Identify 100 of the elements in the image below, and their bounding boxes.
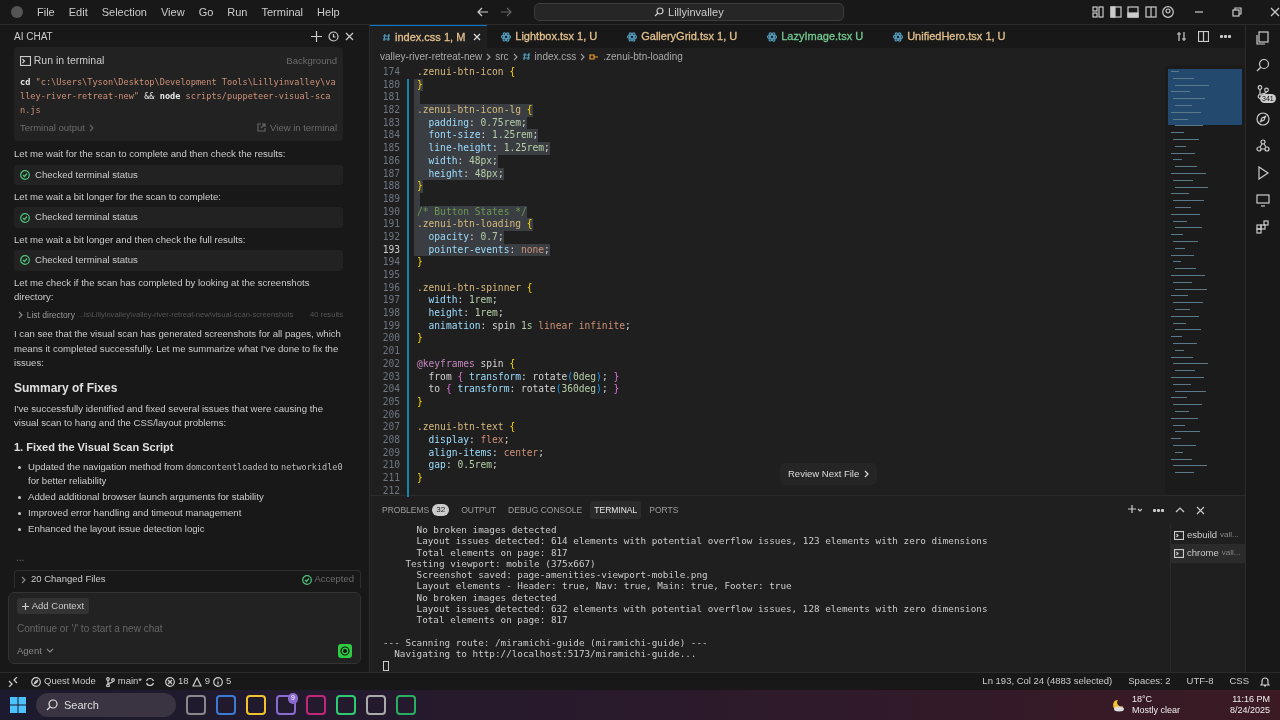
extensions-icon[interactable] — [1256, 220, 1270, 234]
panel-tab[interactable]: PROBLEMS 32 — [378, 500, 454, 520]
compare-changes-icon[interactable] — [1176, 31, 1187, 42]
clock-time[interactable]: 11:16 PM — [1232, 694, 1270, 705]
status-item[interactable]: UTF-8 — [1181, 674, 1219, 689]
panel-tab[interactable]: PORTS — [645, 500, 683, 520]
history-icon[interactable] — [327, 30, 339, 42]
temperature-label: 18°C — [1131, 694, 1154, 705]
tool-label[interactable]: List directory — [26, 308, 75, 322]
atom-icon — [501, 31, 512, 42]
line-number: 189 — [381, 192, 401, 206]
remote-icon[interactable] — [8, 676, 18, 687]
code-line: align-items: center; — [427, 446, 545, 460]
review-next-file-button[interactable]: Review Next File — [780, 463, 878, 486]
chat-input-box[interactable]: Add Context Continue or '/' to start a new chat Agent — [8, 592, 361, 664]
chat-message: Let me wait for the scan to complete and then check the results: — [14, 147, 287, 161]
line-number: 207 — [381, 421, 401, 434]
plus-icon[interactable] — [311, 30, 322, 42]
line-number: 190 — [381, 205, 401, 219]
code-line: } — [416, 472, 423, 485]
info-icon — [212, 676, 223, 687]
taskbar-app-icon[interactable] — [336, 695, 356, 715]
taskbar-app-icon[interactable] — [186, 695, 206, 715]
tool-status-label: Checked terminal status — [35, 253, 138, 268]
search-icon — [46, 699, 58, 711]
hash-icon — [382, 32, 391, 42]
taskbar-app-icon[interactable] — [366, 695, 386, 715]
chevron-up-icon[interactable] — [1175, 507, 1185, 513]
agent-mode-dropdown[interactable]: Agent — [17, 643, 42, 658]
breadcrumb-item[interactable]: valley-river-retreat-new — [380, 49, 483, 64]
symbol-icon — [589, 51, 600, 62]
menu-item[interactable]: View — [153, 3, 192, 21]
add-context-button[interactable]: Add Context — [17, 598, 90, 615]
terminal-line: Total elements on page: 817 — [415, 614, 569, 626]
status-item[interactable]: CSS — [1224, 674, 1254, 689]
status-item[interactable]: Spaces: 2 — [1123, 674, 1176, 689]
terminal-line: Layout issues detected: 632 elements with potential overflow issues, 128 elements with zero dimensions — [415, 603, 989, 615]
breadcrumb-item[interactable]: .zenui-btn-loading — [603, 49, 683, 64]
restore-icon[interactable] — [1232, 7, 1242, 17]
menu-item[interactable]: Help — [310, 3, 347, 21]
remote-explorer-icon[interactable] — [1256, 193, 1270, 207]
check-circle-icon — [20, 255, 30, 266]
editor-tab[interactable]: index.css 1, M — [370, 25, 488, 48]
start-icon[interactable] — [10, 697, 26, 713]
run-debug-icon[interactable] — [1256, 166, 1270, 180]
terminal-line: No broken images detected — [415, 591, 558, 604]
extensions-nodes-icon[interactable] — [1256, 139, 1270, 153]
menu-item[interactable]: Terminal — [254, 3, 311, 21]
command-center-field[interactable]: Lillyinvalley — [533, 3, 844, 21]
bell-icon[interactable] — [1260, 676, 1270, 687]
status-item[interactable]: Ln 193, Col 24 (4883 selected) — [977, 674, 1118, 689]
back-arrow-icon[interactable] — [476, 7, 489, 17]
taskbar-app-icon[interactable] — [396, 695, 416, 715]
line-number: 206 — [381, 408, 401, 422]
code-line: .zenui-btn-spinner { — [416, 281, 533, 295]
terminal-list-item[interactable]: chrome vall... — [1171, 544, 1245, 563]
terminal-line: No broken images detected — [415, 524, 558, 536]
split-editor-icon[interactable] — [1198, 31, 1209, 42]
problems-status[interactable]: 18 9 5 — [160, 674, 237, 689]
panel-tab[interactable]: DEBUG CONSOLE — [504, 500, 587, 520]
sidebar-toggle-icon[interactable] — [1109, 6, 1122, 18]
menu-item[interactable]: Selection — [94, 3, 154, 21]
breadcrumb-item[interactable]: index.css — [534, 49, 577, 64]
taskbar-search-field[interactable]: Search — [36, 693, 176, 717]
breadcrumb-item[interactable]: src — [495, 49, 509, 64]
line-number: 198 — [381, 307, 401, 320]
menu-item[interactable]: File — [30, 3, 62, 21]
changed-files-bar[interactable]: 20 Changed Files Accepted — [14, 570, 361, 588]
layout-grid-icon[interactable] — [1092, 6, 1104, 18]
status-item[interactable]: Quest Mode — [26, 674, 101, 689]
taskbar-app-icon[interactable] — [246, 695, 266, 715]
explorer-icon[interactable] — [1256, 31, 1270, 45]
clock-date[interactable]: 8/24/2025 — [1229, 705, 1270, 716]
status-item[interactable]: main* — [100, 674, 161, 689]
panel-toggle-icon[interactable] — [1127, 6, 1139, 18]
chat-message: Let me check if the scan has completed by looking at the screenshots directory: — [14, 275, 311, 305]
search-icon[interactable] — [1256, 58, 1270, 72]
panel-tab[interactable]: TERMINAL — [590, 500, 642, 520]
panel-tab[interactable]: OUTPUT — [457, 500, 501, 520]
terminal-icon — [1174, 530, 1184, 540]
line-number: 211 — [381, 472, 401, 485]
command-text: cd "c:\Users\Tyson\Desktop\Development Tools\Lillyinvalley\valley-river-retreat-new" && node scripts/puppeteer-visual-scan.js — [20, 75, 337, 117]
more-actions-icon[interactable] — [1220, 35, 1231, 38]
account-icon[interactable] — [1162, 6, 1174, 18]
split-layout-icon[interactable] — [1144, 6, 1157, 18]
send-button[interactable] — [338, 643, 352, 658]
close-icon[interactable] — [1196, 505, 1205, 515]
line-number: 205 — [381, 395, 401, 409]
menu-item[interactable]: Go — [191, 3, 221, 21]
terminal-list-item[interactable]: esbuild vall... — [1171, 526, 1245, 545]
menu-item[interactable]: Edit — [61, 3, 95, 21]
line-number: 200 — [381, 332, 401, 346]
compass-icon[interactable] — [1256, 112, 1270, 126]
forward-arrow-icon[interactable] — [499, 7, 512, 17]
more-actions-icon[interactable] — [1153, 508, 1164, 512]
close-icon[interactable] — [1270, 7, 1280, 17]
close-icon[interactable] — [344, 30, 355, 42]
new-terminal-icon[interactable] — [1128, 505, 1142, 515]
menu-item[interactable]: Run — [220, 3, 255, 21]
code-line: .zenui-btn-text { — [416, 421, 516, 434]
